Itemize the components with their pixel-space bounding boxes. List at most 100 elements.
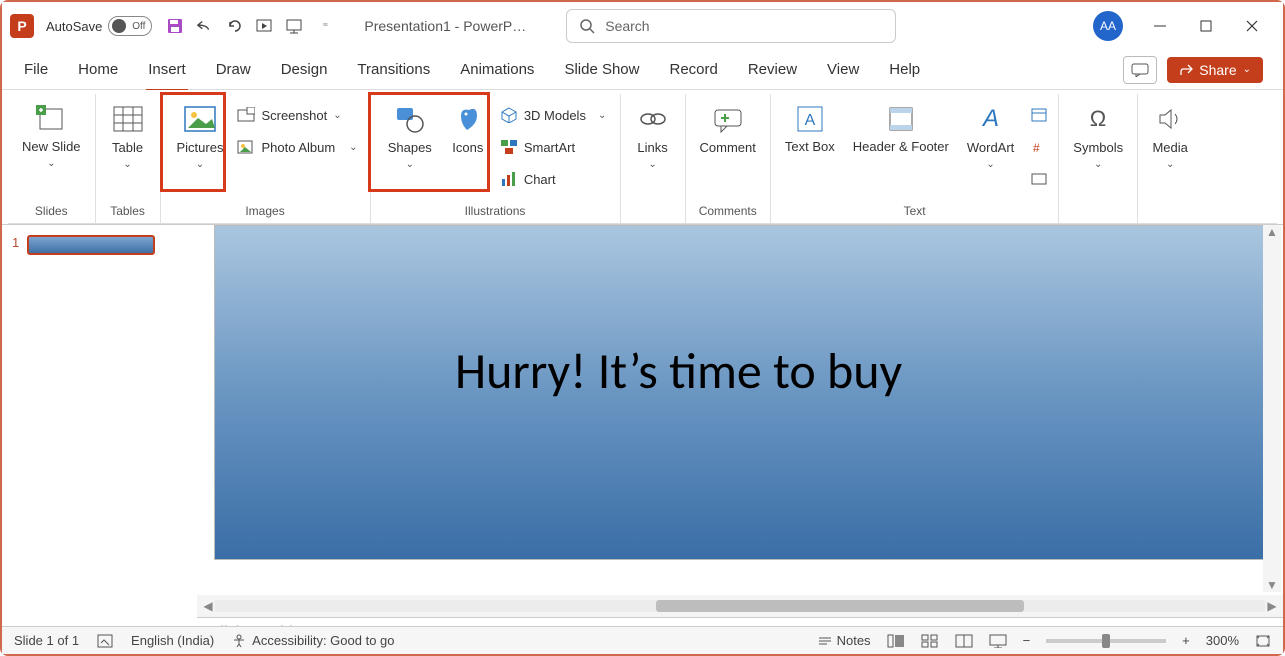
scroll-left-icon[interactable]: ◀ [201,599,215,613]
comment-button[interactable]: Comment [692,98,764,159]
save-icon[interactable] [166,17,184,35]
omega-icon: Ω [1080,102,1116,136]
table-button[interactable]: Table ⌄ [102,98,154,174]
normal-view-icon[interactable] [887,634,905,648]
shapes-icon [392,102,428,136]
present-icon[interactable] [286,17,304,35]
slide-editor[interactable]: Hurry! It’s time to buy [197,225,1283,595]
zoom-in-button[interactable]: + [1182,633,1190,648]
slide-canvas[interactable]: Hurry! It’s time to buy [215,226,1265,559]
text-box-button[interactable]: A Text Box [777,98,843,158]
wordart-icon: A [973,102,1009,136]
header-footer-button[interactable]: Header & Footer [845,98,957,158]
slide-thumbnail-1[interactable] [27,235,155,255]
search-box[interactable]: Search [566,9,896,43]
symbols-button[interactable]: Ω Symbols ⌄ [1065,98,1131,174]
ribbon: New Slide ⌄ Slides Table ⌄ Tables Pictur… [2,90,1283,225]
date-time-button[interactable] [1026,100,1052,130]
spellcheck-icon[interactable] [97,634,113,648]
group-illustrations: Shapes ⌄ Icons 3D Models ⌄ SmartArt [371,94,621,224]
quick-access-toolbar: ⁼ [166,17,334,35]
chevron-down-icon: ⌄ [123,159,131,170]
reading-view-icon[interactable] [955,634,973,648]
tab-record[interactable]: Record [667,57,719,82]
qat-more-icon[interactable]: ⁼ [316,17,334,35]
vertical-scrollbar[interactable]: ▲ ▼ [1263,225,1281,592]
autosave-toggle[interactable]: AutoSave Off [46,16,152,36]
3d-models-button[interactable]: 3D Models ⌄ [496,100,611,130]
comment-icon [710,102,746,136]
group-images: Pictures ⌄ Screenshot ⌄ Photo Album ⌄ Im… [161,94,371,224]
link-icon [635,102,671,136]
chart-button[interactable]: Chart [496,164,611,194]
tab-transitions[interactable]: Transitions [355,57,432,82]
scroll-down-icon[interactable]: ▼ [1265,578,1279,592]
close-button[interactable] [1243,17,1261,35]
horizontal-scrollbar[interactable]: ◀ ▶ [197,595,1283,617]
slide-sorter-view-icon[interactable] [921,634,939,648]
status-bar: Slide 1 of 1 English (India) Accessibili… [2,626,1283,654]
chevron-down-icon: ⌄ [1243,64,1251,75]
new-slide-button[interactable]: New Slide ⌄ [14,98,89,173]
notes-toggle[interactable]: Notes [817,633,871,648]
tab-design[interactable]: Design [279,57,330,82]
tab-animations[interactable]: Animations [458,57,536,82]
search-icon [579,18,595,34]
group-links: Links ⌄ [621,94,686,224]
links-button[interactable]: Links ⌄ [627,98,679,174]
group-comments: Comment Comments [686,94,771,224]
group-text: A Text Box Header & Footer A WordArt ⌄ #… [771,94,1059,224]
toggle-switch[interactable]: Off [108,16,152,36]
scroll-up-icon[interactable]: ▲ [1265,225,1279,239]
tab-insert[interactable]: Insert [146,57,188,82]
slideshow-view-icon[interactable] [989,634,1007,648]
zoom-out-button[interactable]: − [1023,633,1031,648]
fit-to-window-icon[interactable] [1255,634,1271,648]
media-button[interactable]: Media ⌄ [1144,98,1196,174]
slide-title-text[interactable]: Hurry! It’s time to buy [455,341,902,402]
text-box-icon: A [792,102,828,136]
share-button[interactable]: Share ⌄ [1167,57,1263,83]
undo-icon[interactable] [196,17,214,35]
pictures-button[interactable]: Pictures ⌄ [168,98,231,174]
header-footer-icon [883,102,919,136]
autosave-label: AutoSave [46,19,102,34]
app-icon: P [10,14,34,38]
icons-button[interactable]: Icons [442,98,494,159]
wordart-button[interactable]: A WordArt ⌄ [959,98,1022,174]
redo-icon[interactable] [226,17,244,35]
accessibility-status[interactable]: Accessibility: Good to go [232,633,394,648]
photo-album-button[interactable]: Photo Album ⌄ [233,132,361,162]
group-symbols: Ω Symbols ⌄ [1059,94,1138,224]
tab-file[interactable]: File [22,57,50,82]
smartart-button[interactable]: SmartArt [496,132,611,162]
shapes-button[interactable]: Shapes ⌄ [380,98,440,174]
slide-number-button[interactable]: # [1026,132,1052,162]
smartart-icon [500,138,518,156]
tab-home[interactable]: Home [76,57,120,82]
tab-help[interactable]: Help [887,57,922,82]
tab-draw[interactable]: Draw [214,57,253,82]
search-placeholder: Search [605,18,649,34]
chevron-down-icon: ⌄ [333,110,341,121]
user-avatar[interactable]: AA [1093,11,1123,41]
language-status[interactable]: English (India) [131,633,214,648]
chevron-down-icon: ⌄ [196,159,204,170]
minimize-button[interactable] [1151,17,1169,35]
object-button[interactable] [1026,164,1052,194]
icons-icon [450,102,486,136]
scroll-thumb[interactable] [656,600,1024,612]
screenshot-button[interactable]: Screenshot ⌄ [233,100,361,130]
tab-review[interactable]: Review [746,57,799,82]
tab-view[interactable]: View [825,57,861,82]
zoom-level[interactable]: 300% [1206,633,1239,648]
comments-pane-button[interactable] [1123,56,1157,84]
scroll-right-icon[interactable]: ▶ [1265,599,1279,613]
slide-thumbnail-panel: 1 [2,225,197,595]
chevron-down-icon: ⌄ [47,158,55,169]
from-beginning-icon[interactable] [256,17,274,35]
maximize-button[interactable] [1197,17,1215,35]
tab-slideshow[interactable]: Slide Show [562,57,641,82]
chevron-down-icon: ⌄ [349,142,357,153]
zoom-slider[interactable] [1046,639,1166,643]
